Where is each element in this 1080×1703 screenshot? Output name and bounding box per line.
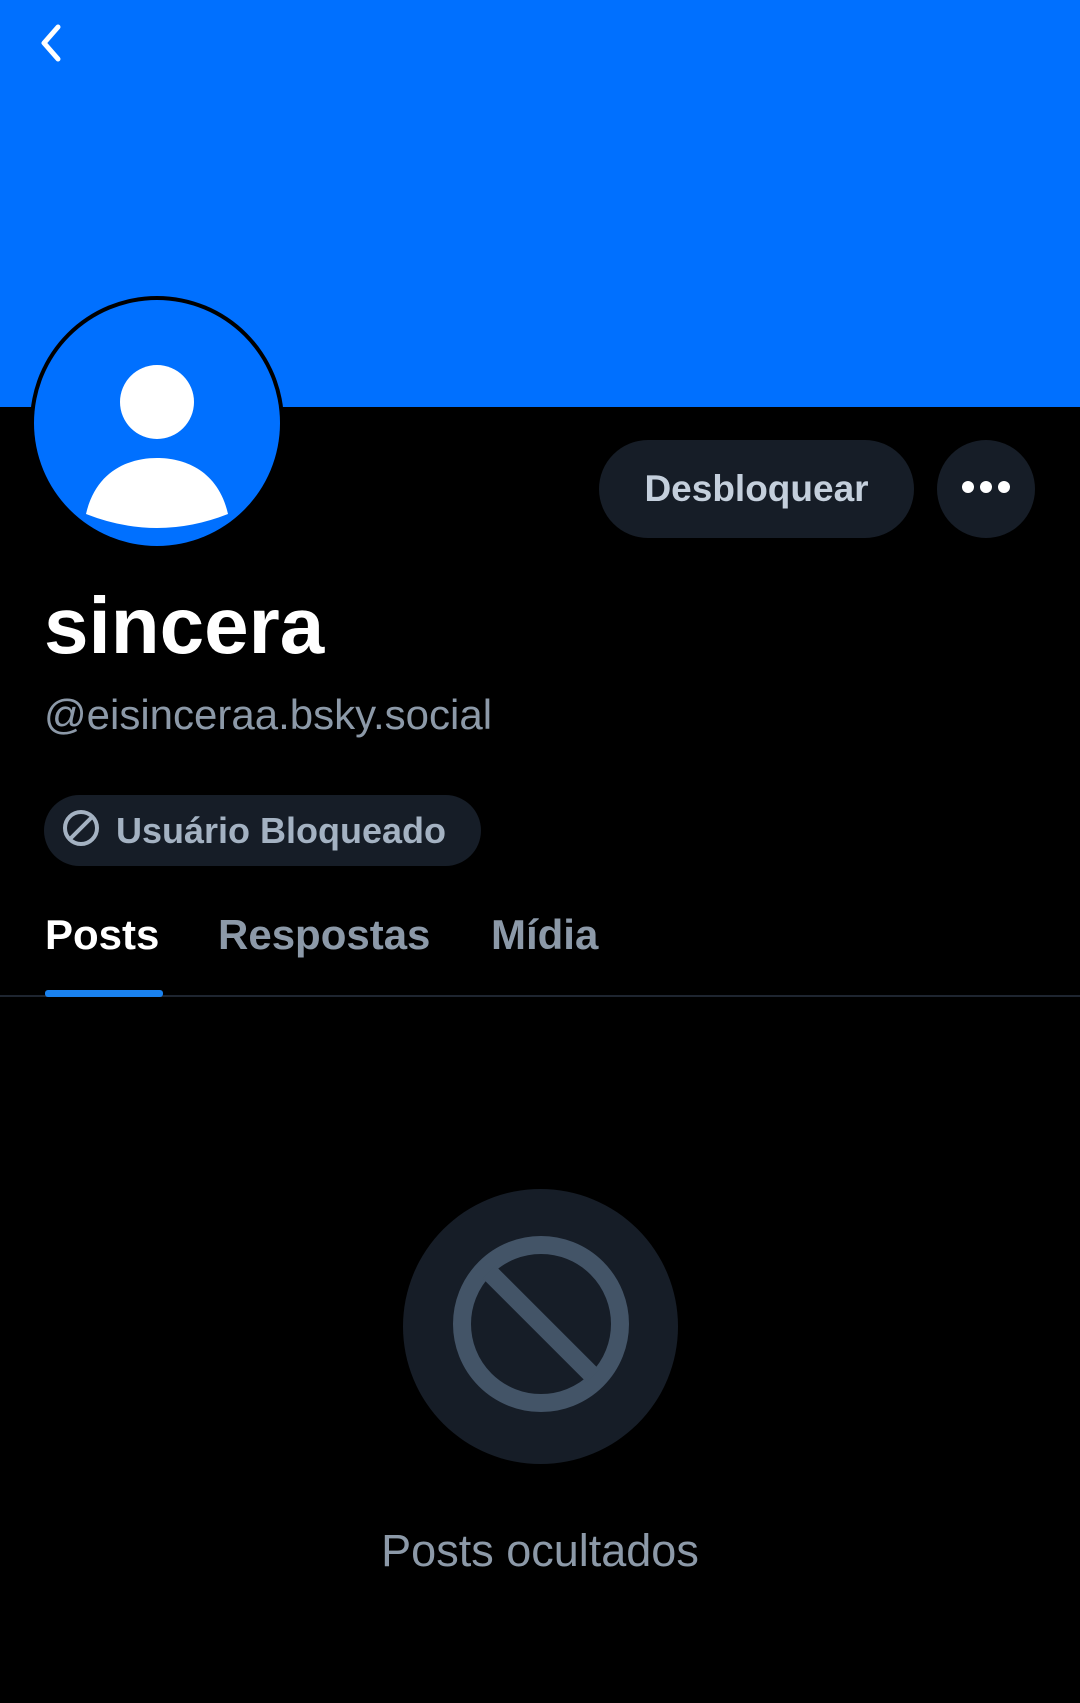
- tab-replies[interactable]: Respostas: [218, 907, 430, 963]
- unblock-button[interactable]: Desbloquear: [599, 440, 914, 538]
- active-tab-indicator: [45, 990, 163, 997]
- profile-tabs: Posts Respostas Mídia: [0, 895, 1080, 997]
- blocked-user-badge: Usuário Bloqueado: [44, 795, 481, 866]
- chevron-left-icon: [36, 23, 66, 68]
- tab-media[interactable]: Mídia: [491, 907, 598, 963]
- hidden-posts-icon: [403, 1189, 678, 1464]
- tab-posts[interactable]: Posts: [45, 907, 159, 963]
- user-handle: @eisinceraa.bsky.social: [44, 691, 493, 738]
- avatar[interactable]: [30, 296, 284, 550]
- default-user-avatar-icon: [34, 300, 280, 546]
- more-options-button[interactable]: [937, 440, 1035, 538]
- blocked-badge-label: Usuário Bloqueado: [116, 809, 447, 851]
- block-icon: [451, 1234, 631, 1419]
- ellipsis-icon: [961, 479, 1011, 500]
- back-button[interactable]: [24, 18, 78, 72]
- hidden-posts-label: Posts ocultados: [381, 1525, 699, 1576]
- block-icon: [60, 807, 102, 854]
- display-name: sincera: [44, 581, 325, 670]
